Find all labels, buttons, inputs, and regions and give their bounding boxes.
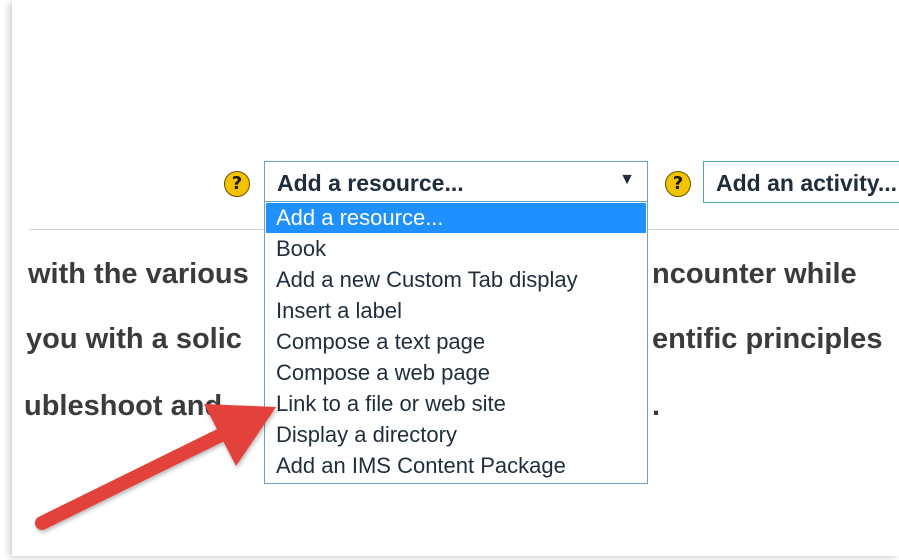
page-frame: ? Add a resource... ▼ ? Add an activity.… <box>12 0 899 556</box>
annotation-arrow-icon <box>35 404 276 530</box>
